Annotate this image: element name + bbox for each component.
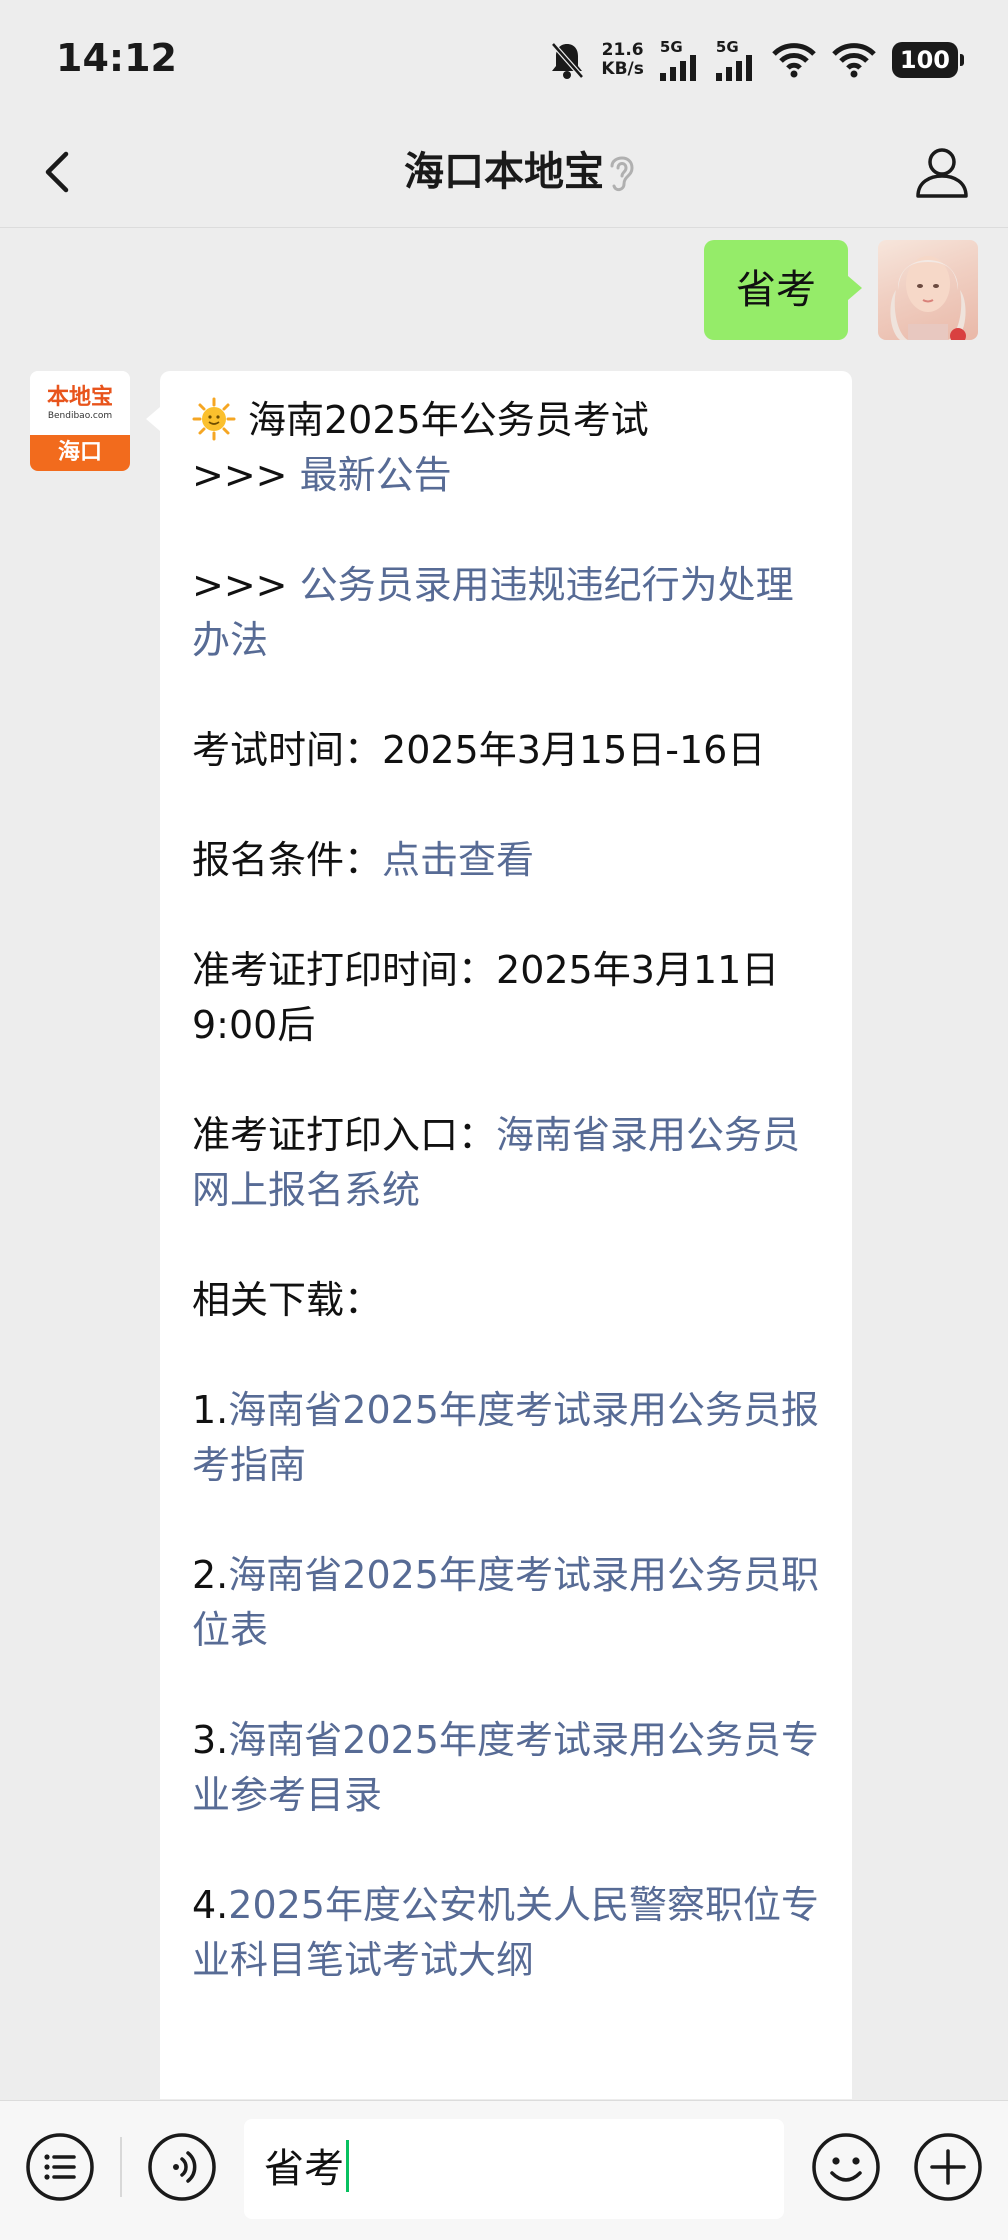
- downloads-heading: 相关下载：: [192, 1278, 383, 1322]
- status-icons: 21.6 KB/s 5G 5G 100: [549, 30, 965, 90]
- menu-list-icon[interactable]: [24, 2131, 96, 2203]
- line-prefix: 4.: [192, 1883, 229, 1927]
- message-line: 报名条件：点击查看: [192, 833, 822, 888]
- line-prefix: >>>: [192, 453, 300, 497]
- signal-icon: [659, 54, 696, 81]
- bot-brand-sub: Bendibao.com: [47, 411, 113, 421]
- line-prefix: 1.: [192, 1388, 229, 1432]
- wifi-icon: [832, 43, 876, 78]
- sim1-signal: 5G: [659, 37, 700, 81]
- line-prefix: 2.: [192, 1553, 229, 1597]
- profile-icon[interactable]: [910, 140, 974, 204]
- download-item: 4.2025年度公安机关人民警察职位专业科目笔试考试大纲: [192, 1878, 822, 1988]
- line-prefix: 3.: [192, 1718, 229, 1762]
- exam-time-value: 2025年3月15日-16日: [382, 728, 766, 772]
- message-line: 考试时间：2025年3月15日-16日: [192, 723, 822, 778]
- sun-emoji-icon: [192, 397, 236, 441]
- line-label: 准考证打印时间：: [192, 948, 497, 992]
- chat-header: 海口本地宝: [0, 118, 1008, 228]
- network-speed: 21.6 KB/s: [601, 41, 643, 79]
- divider: [120, 2137, 122, 2197]
- voice-icon[interactable]: [146, 2131, 218, 2203]
- message-line: 相关下载：: [192, 1273, 822, 1328]
- sim2-tag: 5G: [715, 37, 739, 56]
- outgoing-message[interactable]: 省考: [704, 240, 862, 340]
- message-input-value: 省考: [264, 2146, 344, 2192]
- bot-city: 海口: [30, 435, 130, 471]
- user-avatar[interactable]: [878, 240, 978, 340]
- link-latest-notice[interactable]: 最新公告: [300, 453, 452, 497]
- line-prefix: >>>: [192, 563, 300, 607]
- line-label: 准考证打印入口：: [192, 1113, 497, 1157]
- download-item: 3.海南省2025年度考试录用公务员专业参考目录: [192, 1713, 822, 1823]
- message-input[interactable]: 省考: [244, 2119, 784, 2219]
- link-requirements[interactable]: 点击查看: [382, 838, 534, 882]
- bot-avatar[interactable]: 本地宝 Bendibao.com 海口: [30, 371, 130, 471]
- message-line: >>> 公务员录用违规违纪行为处理办法: [192, 558, 822, 668]
- link-download-majors[interactable]: 海南省2025年度考试录用公务员专业参考目录: [192, 1718, 819, 1817]
- wifi-icon: [772, 43, 816, 78]
- message-line: 准考证打印时间：2025年3月11日9:00后: [192, 943, 822, 1053]
- plus-icon[interactable]: [912, 2131, 984, 2203]
- input-bar: 省考: [0, 2100, 1008, 2240]
- ear-icon: [610, 156, 634, 192]
- battery-icon: 100: [891, 42, 965, 78]
- bot-brand: 本地宝: [46, 385, 113, 410]
- link-download-positions[interactable]: 海南省2025年度考试录用公务员职位表: [192, 1553, 819, 1652]
- link-download-guide[interactable]: 海南省2025年度考试录用公务员报考指南: [192, 1388, 819, 1487]
- speed-value: 21.6: [601, 40, 644, 60]
- message-line: >>> 最新公告: [192, 448, 822, 503]
- status-bar: 14:12 21.6 KB/s 5G 5G 100: [0, 0, 1008, 118]
- line-label: 考试时间：: [192, 728, 383, 772]
- incoming-message[interactable]: 海南2025年公务员考试 >>> 最新公告 >>> 公务员录用违规违纪行为处理办…: [146, 371, 852, 2099]
- speed-unit: KB/s: [601, 59, 644, 79]
- bot-avatar-logo: 本地宝 Bendibao.com: [30, 371, 130, 435]
- emoji-icon[interactable]: [810, 2131, 882, 2203]
- chat-title: 海口本地宝: [404, 149, 604, 195]
- line-label: 报名条件：: [192, 838, 383, 882]
- download-item: 1.海南省2025年度考试录用公务员报考指南: [192, 1383, 822, 1493]
- sim2-signal: 5G: [715, 37, 756, 81]
- user-avatar-image: [890, 256, 966, 340]
- signal-icon: [715, 54, 752, 81]
- link-download-syllabus[interactable]: 2025年度公安机关人民警察职位专业科目笔试考试大纲: [192, 1883, 819, 1982]
- sim1-tag: 5G: [659, 37, 683, 56]
- download-item: 2.海南省2025年度考试录用公务员职位表: [192, 1548, 822, 1658]
- text-caret: [346, 2140, 349, 2192]
- message-headline-line: 海南2025年公务员考试: [192, 393, 822, 448]
- status-time: 14:12: [56, 36, 177, 80]
- message-headline: 海南2025年公务员考试: [248, 398, 649, 442]
- bell-off-icon: [551, 42, 585, 79]
- message-line: 准考证打印入口：海南省录用公务员网上报名系统: [192, 1108, 822, 1218]
- chat-messages[interactable]: 省考 本地宝 Bendibao.com 海口 海南2025年公务员考试 >>> …: [0, 229, 1008, 2099]
